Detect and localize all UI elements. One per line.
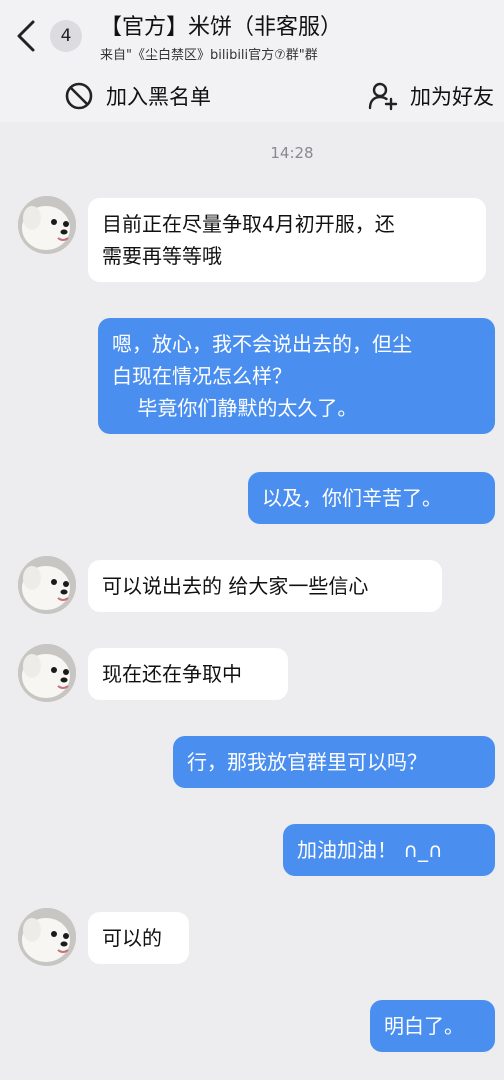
message-text-line: 目前正在尽量争取4月初开服，还	[102, 212, 395, 236]
message-timestamp: 14:28	[270, 144, 314, 162]
message-bubble-incoming[interactable]: 可以说出去的 给大家一些信心	[88, 560, 442, 612]
contact-avatar[interactable]	[18, 908, 76, 966]
message-text-line: 可以的	[102, 926, 162, 950]
dog-avatar-icon	[18, 196, 76, 254]
message-bubble-outgoing[interactable]: 明白了。	[370, 1000, 495, 1052]
dog-avatar-icon	[18, 908, 76, 966]
chat-header: 4 【官方】米饼（非客服） 来自"《尘白禁区》bilibili官方⑦群"群 加入…	[0, 0, 504, 122]
message-text-line: 现在还在争取中	[102, 662, 242, 686]
block-icon	[65, 82, 93, 110]
contact-avatar[interactable]	[18, 556, 76, 614]
message-text-line: 行，那我放官群里可以吗？	[187, 750, 427, 774]
chat-subtitle: 来自"《尘白禁区》bilibili官方⑦群"群	[100, 48, 318, 63]
message-bubble-outgoing[interactable]: 以及，你们辛苦了。	[248, 472, 495, 524]
message-text-line: 以及，你们辛苦了。	[262, 486, 442, 510]
chat-title: 【官方】米饼（非客服）	[100, 15, 343, 40]
contact-avatar[interactable]	[18, 196, 76, 254]
contact-avatar[interactable]	[18, 644, 76, 702]
message-bubble-incoming[interactable]: 目前正在尽量争取4月初开服，还 需要再等等哦	[88, 198, 486, 282]
unread-count-badge: 4	[50, 20, 82, 52]
message-text-line: 明白了。	[384, 1014, 464, 1038]
block-button[interactable]: 加入黑名单	[64, 72, 211, 120]
message-bubble-outgoing[interactable]: 嗯，放心，我不会说出去的，但尘 白现在情况怎么样？ 毕竟你们静默的太久了。	[98, 318, 495, 434]
block-label: 加入黑名单	[106, 85, 211, 109]
chevron-left-icon	[17, 20, 35, 52]
message-text-line: 嗯，放心，我不会说出去的，但尘	[112, 332, 412, 356]
message-text-line: 需要再等等哦	[102, 244, 222, 268]
add-friend-label: 加为好友	[410, 85, 494, 109]
message-text-line: 可以说出去的 给大家一些信心	[102, 574, 369, 598]
message-text-line: 白现在情况怎么样？	[112, 364, 292, 388]
dog-avatar-icon	[18, 556, 76, 614]
message-bubble-incoming[interactable]: 现在还在争取中	[88, 648, 288, 700]
add-user-icon	[368, 82, 398, 111]
message-bubble-incoming[interactable]: 可以的	[88, 912, 189, 964]
message-bubble-outgoing[interactable]: 行，那我放官群里可以吗？	[173, 736, 495, 788]
add-friend-button[interactable]: 加为好友	[368, 72, 494, 120]
header-actions: 加入黑名单 加为好友	[0, 72, 504, 120]
message-text-line: 毕竟你们静默的太久了。	[112, 396, 358, 420]
message-text-line: 加油加油！ ∩_∩	[297, 838, 443, 862]
dog-avatar-icon	[18, 644, 76, 702]
message-bubble-outgoing[interactable]: 加油加油！ ∩_∩	[283, 824, 495, 876]
